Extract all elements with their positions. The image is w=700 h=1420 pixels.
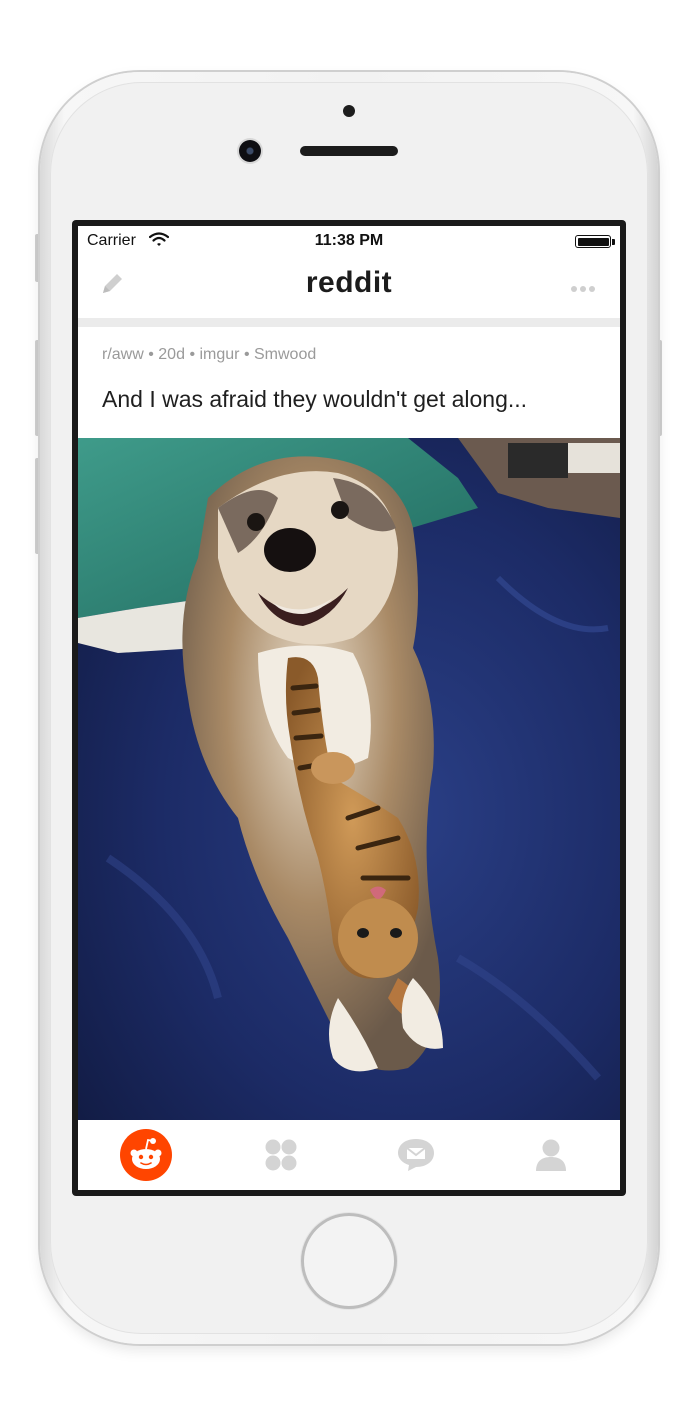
proximity-sensor	[343, 105, 355, 117]
tab-bar	[78, 1120, 620, 1190]
tab-communities[interactable]	[213, 1120, 348, 1190]
meta-separator: •	[243, 346, 254, 363]
battery-tip	[612, 239, 615, 245]
meta-separator: •	[148, 346, 159, 363]
message-icon	[397, 1139, 434, 1171]
app-display: Carrier 11:38 PM reddit r/aww • 20d • im…	[78, 226, 620, 1190]
post-author[interactable]: Smwood	[254, 346, 316, 363]
profile-icon	[535, 1139, 566, 1171]
grid-icon	[265, 1139, 296, 1171]
subreddit-link[interactable]: r/aww	[102, 346, 144, 363]
battery-icon	[575, 235, 611, 248]
tab-home[interactable]	[78, 1120, 213, 1190]
meta-separator: •	[189, 346, 200, 363]
clock: 11:38 PM	[314, 232, 384, 249]
home-button[interactable]	[301, 1213, 397, 1309]
post-title[interactable]: And I was afraid they wouldn't get along…	[102, 386, 527, 413]
post-age: 20d	[158, 346, 185, 363]
nav-divider	[78, 318, 620, 327]
earpiece-speaker	[300, 146, 398, 156]
tab-messages[interactable]	[348, 1120, 483, 1190]
app-title: reddit	[305, 266, 393, 299]
status-bar: Carrier 11:38 PM	[78, 226, 620, 256]
nav-bar: reddit	[78, 256, 620, 318]
device-mockup: Carrier 11:38 PM reddit r/aww • 20d • im…	[0, 0, 700, 1420]
reddit-alien-icon	[119, 1129, 172, 1181]
tab-profile[interactable]	[483, 1120, 618, 1190]
post-domain[interactable]: imgur	[199, 346, 239, 363]
more-icon[interactable]	[570, 280, 596, 298]
front-camera	[239, 140, 261, 162]
post-meta: r/aww • 20d • imgur • Smwood	[102, 346, 316, 364]
phone-screen: Carrier 11:38 PM reddit r/aww • 20d • im…	[72, 220, 626, 1196]
post-image[interactable]	[78, 438, 620, 1120]
